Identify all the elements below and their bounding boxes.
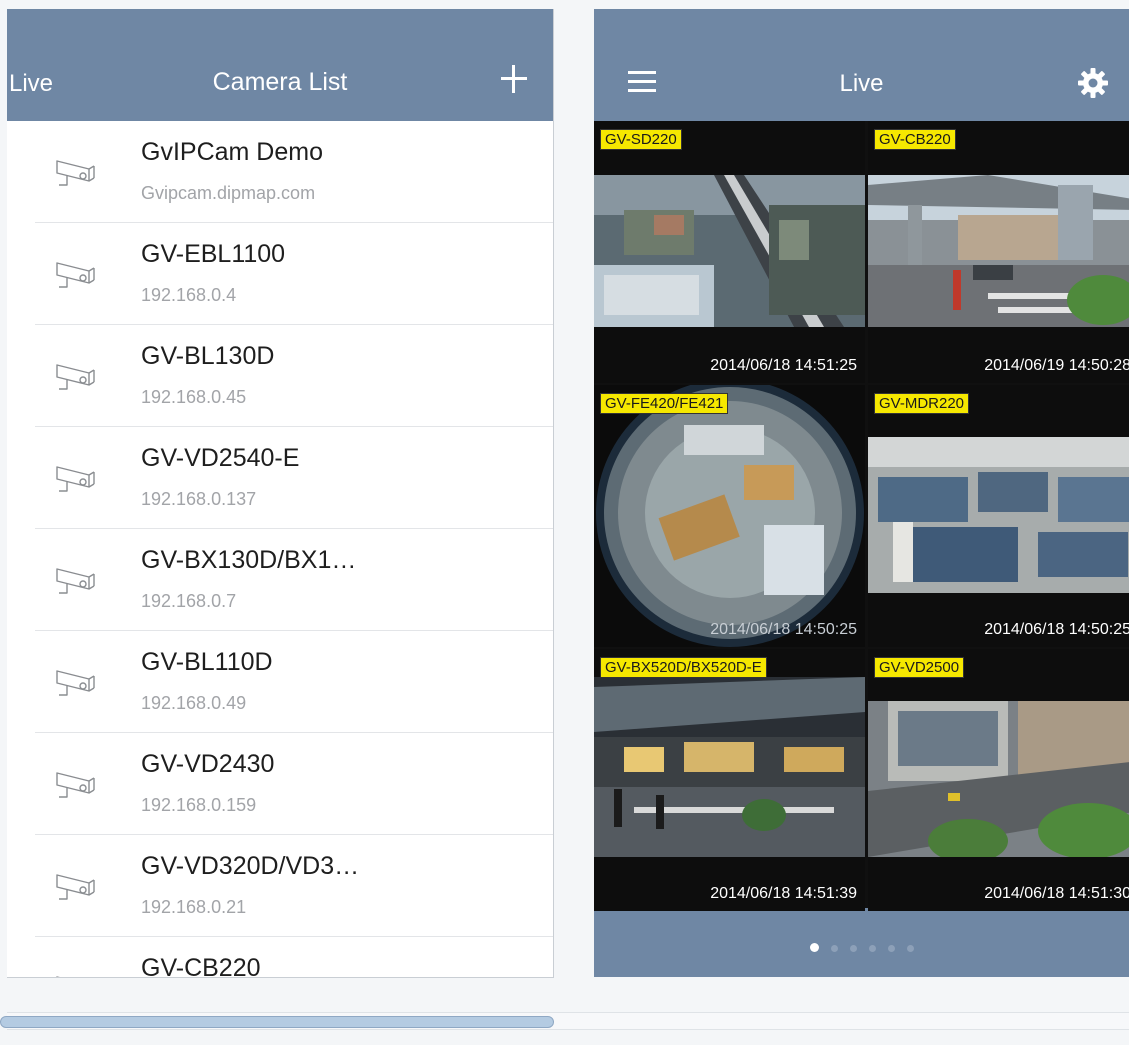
- camera-icon: [53, 865, 97, 909]
- camera-address: 192.168.0.4: [141, 285, 237, 305]
- camera-tile[interactable]: GV-MDR220 2014/06/18 14:50:25: [868, 385, 1129, 647]
- page-dot[interactable]: [868, 945, 876, 952]
- page-title: Live: [839, 70, 884, 97]
- camera-name: GV-BX130D/BX1…: [141, 546, 357, 574]
- live-camera-grid: GV-SD220 2014/06/18 14:51:25 GV-CB220 20…: [594, 121, 1129, 911]
- camera-name: GV-VD2540-E: [141, 444, 300, 472]
- camera-feed-image: [868, 175, 1129, 327]
- camera-list-item[interactable]: GV-CB220: [35, 937, 553, 978]
- camera-feed-image: [868, 701, 1129, 857]
- camera-address: 192.168.0.137: [141, 489, 257, 509]
- camera-address: 192.168.0.159: [141, 795, 257, 815]
- page-indicator[interactable]: [594, 939, 1129, 957]
- camera-tile[interactable]: GV-CB220 2014/06/19 14:50:28: [868, 121, 1129, 383]
- camera-list-item[interactable]: GV-BX130D/BX1… 192.168.0.7: [35, 529, 553, 631]
- camera-name: GvIPCam Demo: [141, 138, 323, 166]
- camera-label: GV-CB220: [874, 129, 956, 150]
- camera-address: 192.168.0.7: [141, 591, 237, 611]
- camera-list-item[interactable]: GV-BL110D 192.168.0.49: [35, 631, 553, 733]
- camera-list-item[interactable]: GV-VD2540-E 192.168.0.137: [35, 427, 553, 529]
- camera-address: 192.168.0.49: [141, 693, 247, 713]
- camera-timestamp: 2014/06/19 14:50:28: [984, 357, 1129, 374]
- camera-icon: [53, 355, 97, 399]
- camera-feed-image: [594, 677, 865, 857]
- camera-list-item[interactable]: GvIPCam Demo Gvipcam.dipmap.com: [35, 121, 553, 223]
- camera-list-nav-bar: Live Camera List: [7, 9, 553, 121]
- camera-address: Gvipcam.dipmap.com: [141, 183, 316, 203]
- camera-tile[interactable]: GV-FE420/FE421 2014/06/18 14:50:25: [594, 385, 865, 647]
- camera-list-item[interactable]: GV-VD2430 192.168.0.159: [35, 733, 553, 835]
- camera-timestamp: 2014/06/18 14:51:30: [984, 885, 1129, 902]
- camera-tile[interactable]: GV-BX520D/BX520D-E 2014/06/18 14:51:39: [594, 649, 865, 911]
- page-dot[interactable]: [887, 945, 895, 952]
- plus-icon[interactable]: [501, 65, 527, 93]
- horizontal-scrollbar-thumb[interactable]: [0, 1016, 554, 1028]
- camera-icon: [53, 457, 97, 501]
- camera-label: GV-SD220: [600, 129, 682, 150]
- camera-icon: [53, 253, 97, 297]
- camera-name: GV-BL130D: [141, 342, 275, 370]
- camera-icon: [53, 661, 97, 705]
- camera-address: 192.168.0.45: [141, 387, 247, 407]
- camera-name: GV-BL110D: [141, 648, 273, 676]
- camera-name: GV-VD2430: [141, 750, 275, 778]
- camera-tile[interactable]: GV-SD220 2014/06/18 14:51:25: [594, 121, 865, 383]
- camera-label: GV-MDR220: [874, 393, 970, 414]
- gear-icon[interactable]: [1076, 66, 1110, 100]
- camera-feed-image: [594, 175, 865, 327]
- live-view-screen: Live GV-SD220 2014/06/18 14:51:25 GV-CB2…: [594, 9, 1129, 977]
- camera-list-item[interactable]: GV-BL130D 192.168.0.45: [35, 325, 553, 427]
- camera-name: GV-CB220: [141, 954, 261, 978]
- camera-feed-image: [868, 437, 1129, 593]
- camera-icon: [53, 151, 97, 195]
- camera-timestamp: 2014/06/18 14:51:39: [710, 885, 857, 902]
- camera-list: GvIPCam Demo Gvipcam.dipmap.com GV-EBL1100…: [7, 121, 553, 978]
- camera-icon: [53, 559, 97, 603]
- camera-icon: [53, 763, 97, 807]
- camera-timestamp: 2014/06/18 14:50:25: [984, 621, 1129, 638]
- page-dot[interactable]: [906, 945, 914, 952]
- camera-tile[interactable]: GV-VD2500 2014/06/18 14:51:30: [868, 649, 1129, 911]
- camera-icon: [53, 967, 97, 977]
- camera-timestamp: 2014/06/18 14:51:25: [710, 357, 857, 374]
- camera-feed-image: [594, 385, 865, 647]
- page-dot[interactable]: [830, 945, 838, 952]
- camera-name: GV-VD320D/VD3…: [141, 852, 360, 880]
- camera-name: GV-EBL1100: [141, 240, 286, 268]
- camera-timestamp: 2014/06/18 14:50:25: [710, 621, 857, 638]
- camera-label: GV-BX520D/BX520D-E: [600, 657, 767, 678]
- camera-label: GV-VD2500: [874, 657, 965, 678]
- camera-list-item[interactable]: GV-VD320D/VD3… 192.168.0.21: [35, 835, 553, 937]
- camera-label: GV-FE420/FE421: [600, 393, 729, 414]
- page-dot[interactable]: [809, 943, 819, 952]
- camera-address: 192.168.0.21: [141, 897, 247, 917]
- page-dot[interactable]: [849, 945, 857, 952]
- camera-list-screen: Live Camera List GvIPCam Demo Gvipcam.dip…: [7, 9, 554, 978]
- camera-list-item[interactable]: GV-EBL1100 192.168.0.4: [35, 223, 553, 325]
- page-title: Camera List: [212, 68, 348, 96]
